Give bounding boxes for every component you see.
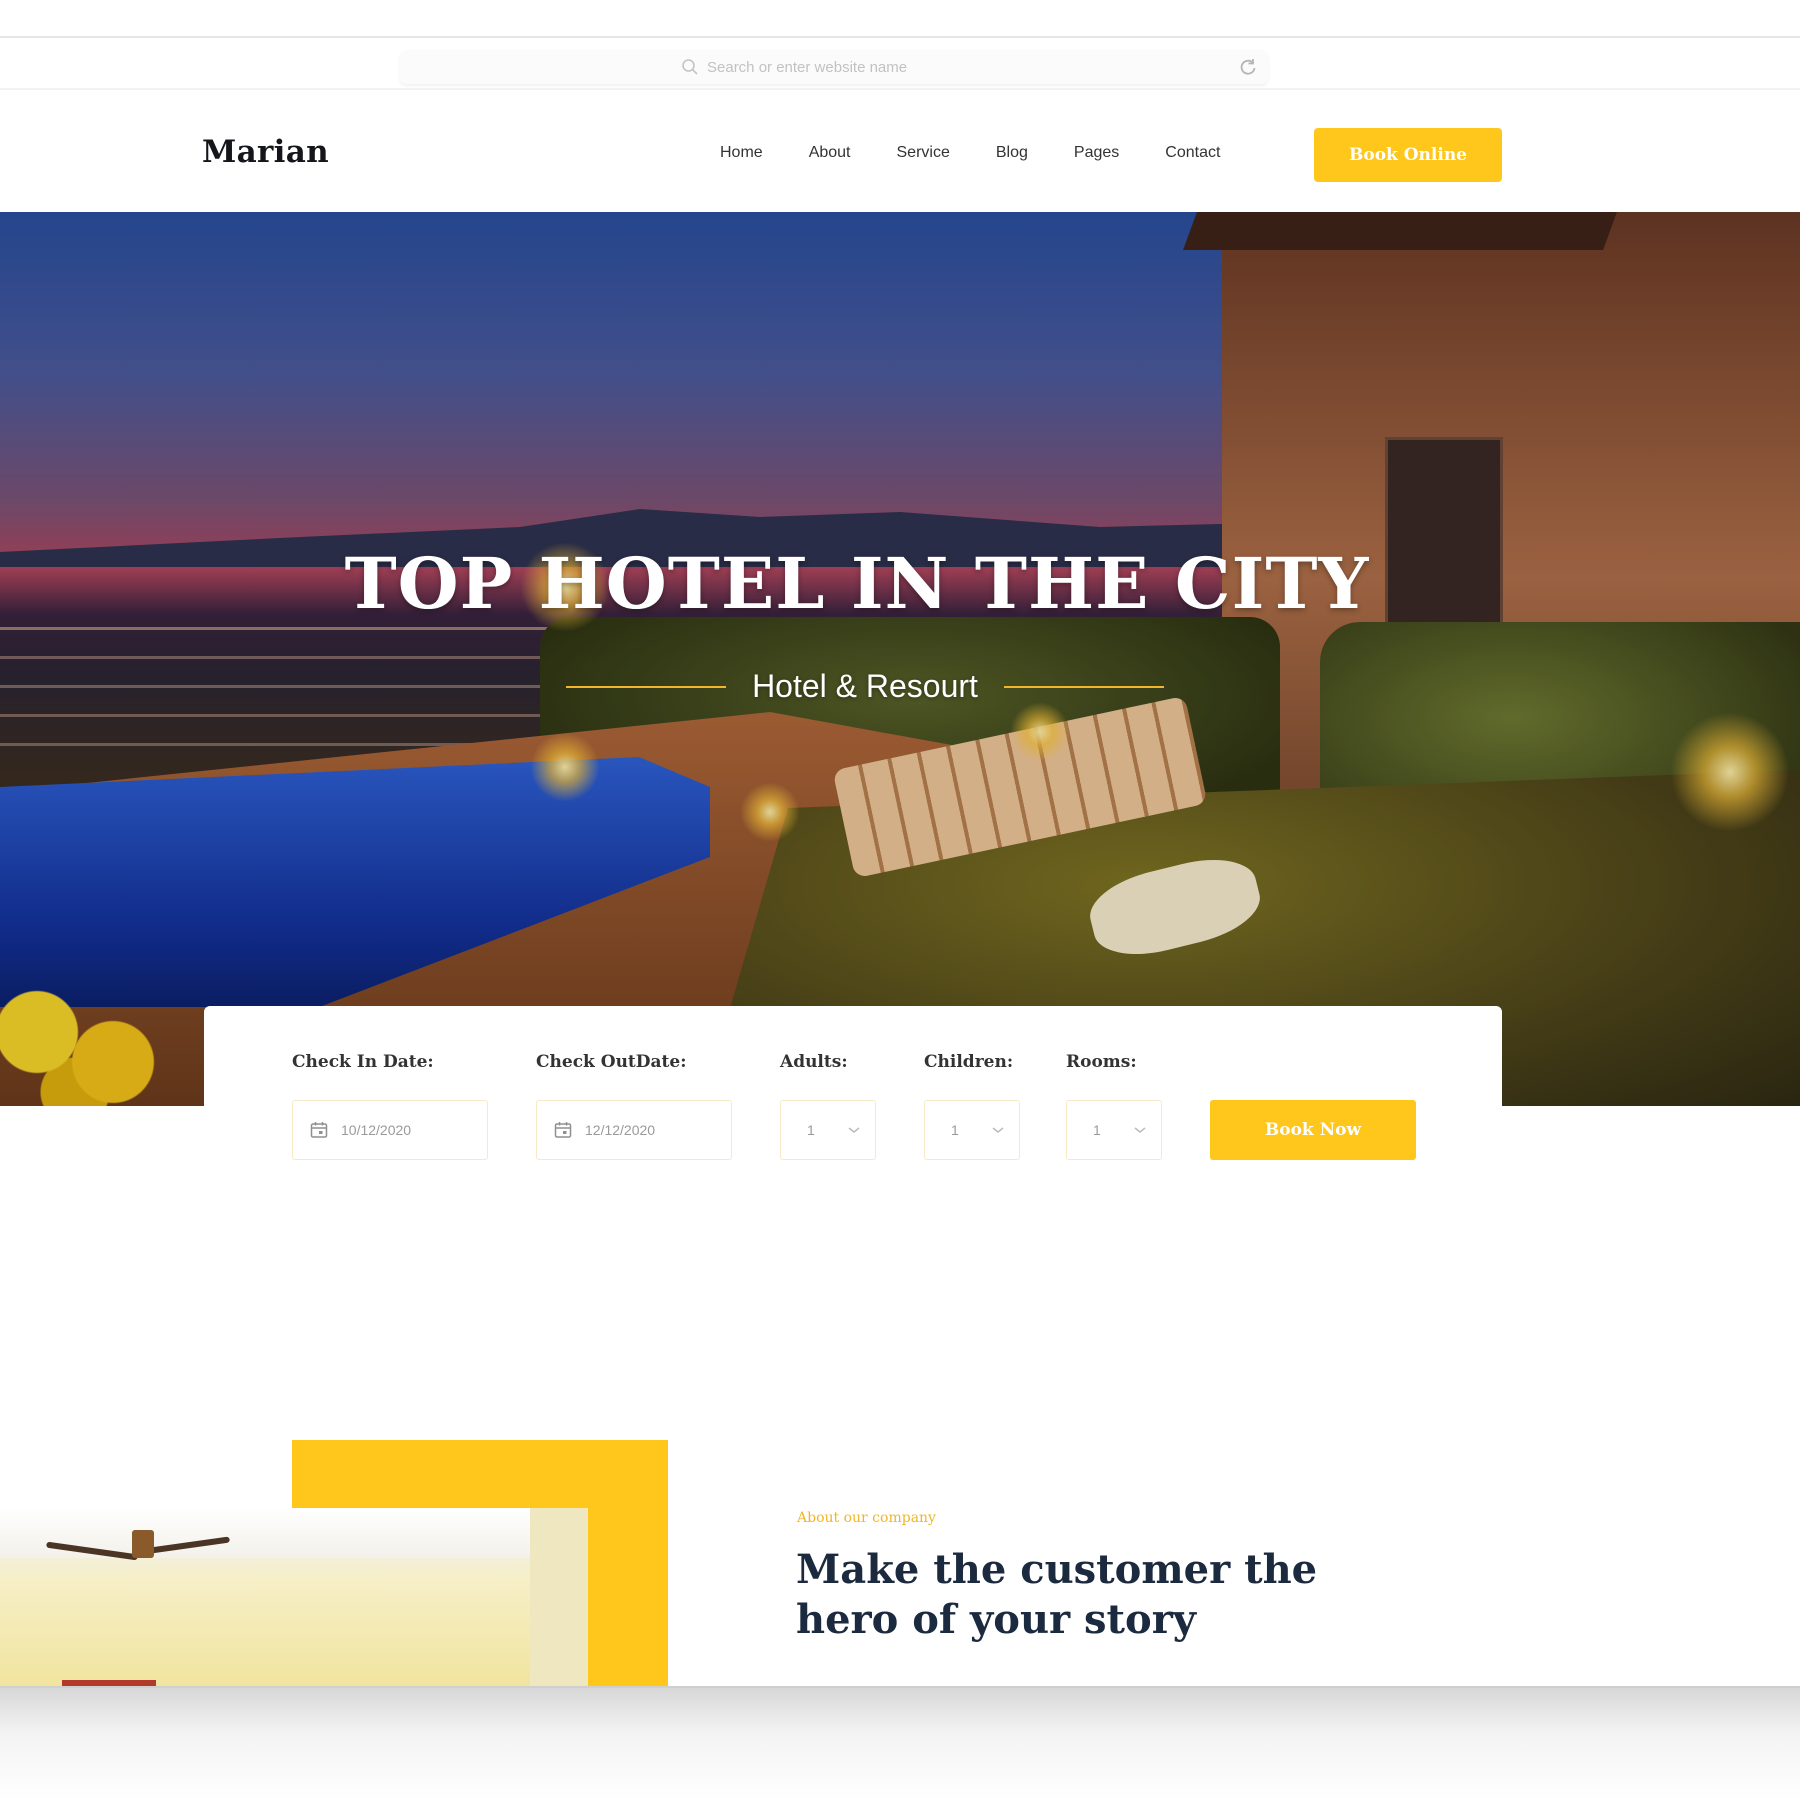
nav-home[interactable]: Home: [720, 144, 763, 162]
rooms-select[interactable]: 1: [1066, 1100, 1162, 1160]
about-room-image: [0, 1508, 588, 1688]
nav-service[interactable]: Service: [897, 144, 950, 162]
site-header: Marian Home About Service Blog Pages Con…: [0, 90, 1800, 212]
check-out-label: Check OutDate:: [536, 1052, 687, 1072]
ceiling-fan-icon: [132, 1530, 154, 1558]
book-online-button[interactable]: Book Online: [1314, 128, 1502, 182]
book-now-button[interactable]: Book Now: [1210, 1100, 1416, 1160]
check-in-field[interactable]: 10/12/2020: [292, 1100, 488, 1160]
rooms-value: 1: [1093, 1122, 1101, 1138]
about-heading-line-2: hero of your story: [796, 1596, 1197, 1643]
check-in-value: 10/12/2020: [341, 1122, 412, 1138]
hero-title: TOP HOTEL IN THE CITY: [344, 542, 1370, 625]
about-eyebrow: About our company: [797, 1510, 936, 1526]
chevron-down-icon: [992, 1127, 1004, 1133]
page-bottom-shadow: [0, 1688, 1800, 1800]
about-heading-line-1: Make the customer the: [796, 1546, 1318, 1593]
check-out-field[interactable]: 12/12/2020: [536, 1100, 732, 1160]
reload-icon[interactable]: [1238, 57, 1258, 77]
room-wall: [530, 1508, 588, 1688]
adults-select[interactable]: 1: [780, 1100, 876, 1160]
nav-contact[interactable]: Contact: [1165, 144, 1220, 162]
check-out-value: 12/12/2020: [585, 1122, 656, 1138]
nav-about[interactable]: About: [809, 144, 851, 162]
booking-form: Check In Date: 10/12/2020 Check OutDate:…: [204, 1006, 1502, 1184]
main-nav: Home About Service Blog Pages Contact: [720, 144, 1266, 162]
nav-blog[interactable]: Blog: [996, 144, 1028, 162]
site-logo[interactable]: Marian: [202, 134, 329, 170]
about-heading: Make the customer the hero of your story: [796, 1545, 1396, 1645]
chevron-down-icon: [848, 1127, 860, 1133]
adults-label: Adults:: [780, 1052, 848, 1072]
hero-subtitle-row: Hotel & Resourt: [548, 668, 1182, 705]
children-value: 1: [951, 1122, 959, 1138]
subtitle-rule-right: [1003, 685, 1164, 688]
address-input[interactable]: [707, 58, 987, 76]
nav-pages[interactable]: Pages: [1074, 144, 1119, 162]
calendar-icon: [310, 1122, 328, 1138]
calendar-icon: [554, 1122, 572, 1138]
address-bar[interactable]: [400, 50, 1268, 84]
children-select[interactable]: 1: [924, 1100, 1020, 1160]
search-icon: [682, 59, 698, 75]
check-in-label: Check In Date:: [292, 1052, 434, 1072]
hero-slider: TOP HOTEL IN THE CITY Hotel & Resourt: [0, 212, 1800, 1106]
children-label: Children:: [924, 1052, 1014, 1072]
hero-subtitle: Hotel & Resourt: [752, 668, 978, 704]
subtitle-rule-left: [566, 685, 727, 688]
chevron-down-icon: [1134, 1127, 1146, 1133]
hero-overlay: [0, 212, 1800, 1106]
rooms-label: Rooms:: [1066, 1052, 1137, 1072]
adults-value: 1: [807, 1122, 815, 1138]
browser-top-bar: [0, 0, 1800, 38]
